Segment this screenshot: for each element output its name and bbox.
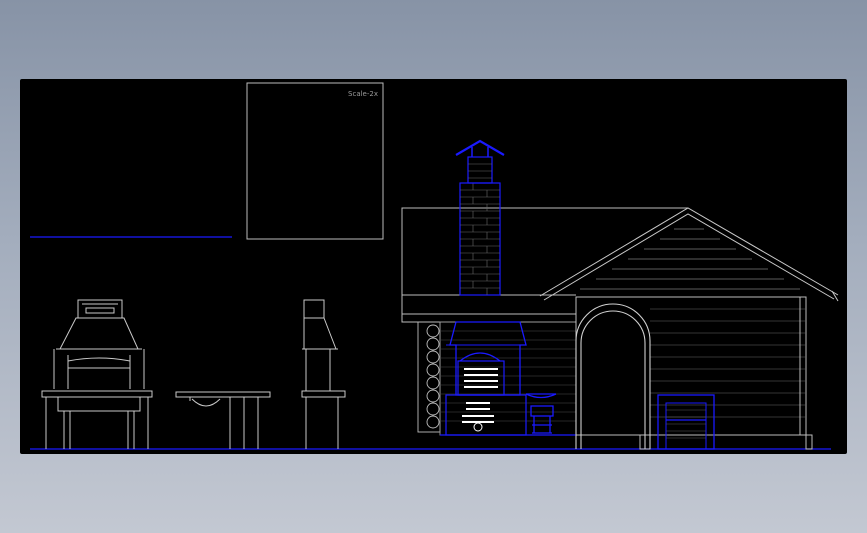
cad-viewport[interactable]: Scale-2x (20, 79, 847, 454)
brazier-stand[interactable] (525, 393, 557, 434)
flat-roof (401, 207, 688, 323)
stove-oven[interactable] (440, 321, 576, 436)
cad-drawing: Scale-2x (30, 82, 839, 450)
log-wall (417, 321, 441, 433)
detail-frame[interactable]: Scale-2x (246, 82, 384, 240)
chimney[interactable] (455, 139, 505, 296)
scale-label: Scale-2x (348, 90, 378, 98)
plank-wall (575, 296, 813, 450)
gable-roof (539, 207, 839, 302)
wood-crate[interactable] (657, 394, 715, 450)
brick-wall (439, 321, 577, 436)
pavilion-elevation (401, 139, 839, 450)
bbq-grill-side-elevation (301, 299, 346, 449)
bench-table-elevation (175, 391, 271, 449)
arched-doorway[interactable] (575, 303, 651, 449)
bbq-grill-front-elevation (41, 299, 153, 449)
